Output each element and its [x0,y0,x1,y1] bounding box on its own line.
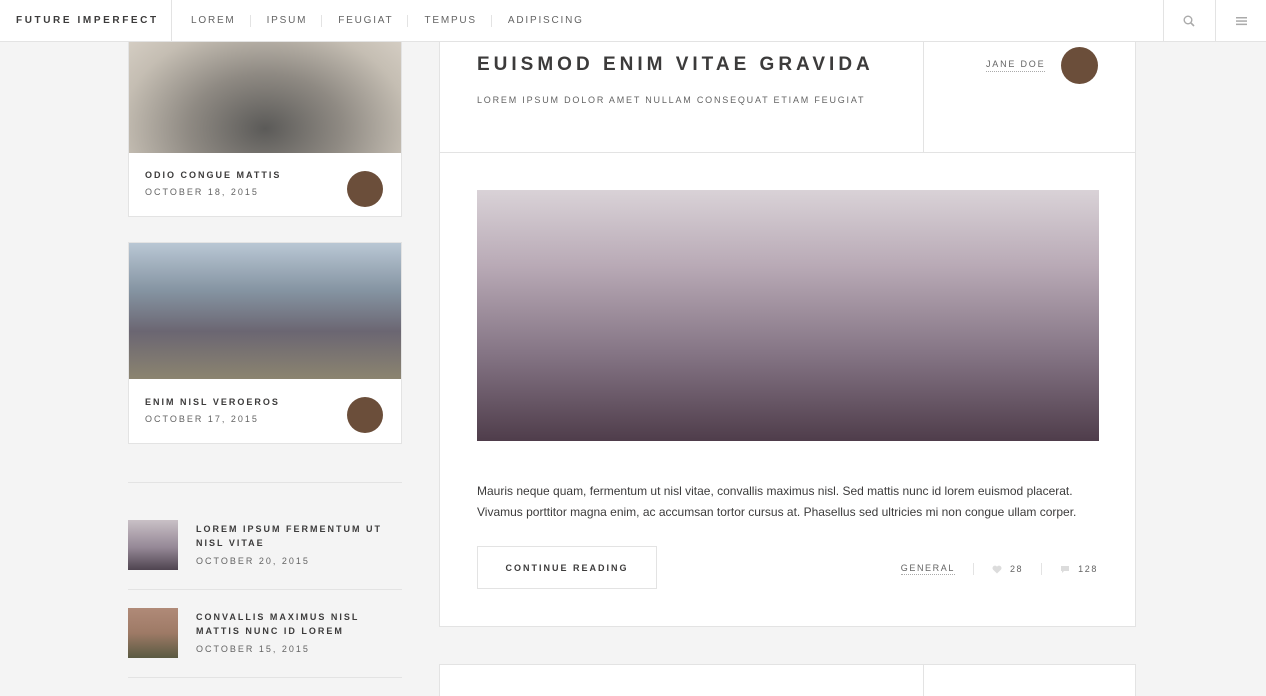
list-item-thumbnail[interactable] [128,608,178,658]
likes-count[interactable]: 28 [992,564,1023,574]
top-header: FUTURE IMPERFECT LOREM IPSUM FEUGIAT TEM… [0,0,1266,42]
category-link[interactable]: GENERAL [900,563,955,575]
continue-reading-button[interactable]: CONTINUE READING [477,546,657,589]
comments-value: 128 [1078,564,1098,574]
divider [440,152,1135,153]
comments-count[interactable]: 128 [1060,564,1098,574]
likes-value: 28 [1009,564,1024,574]
post-title[interactable]: EUISMOD ENIM VITAE GRAVIDA [477,54,874,76]
list-item-date: OCTOBER 20, 2015 [196,556,310,566]
divider [923,31,924,152]
menu-button[interactable] [1215,0,1266,41]
list-item[interactable]: LOREM IPSUM FERMENTUM UT NISL VITAE OCTO… [128,520,402,572]
mini-post-date: OCTOBER 17, 2015 [145,414,259,424]
author-name[interactable]: JANE DOE [986,59,1046,72]
divider [128,677,402,678]
post-card: EUISMOD ENIM VITAE GRAVIDA LOREM IPSUM D… [439,30,1136,627]
divider [1041,563,1043,575]
post-stats: GENERAL 28 128 [900,563,1098,575]
search-button[interactable] [1163,0,1214,41]
post-image[interactable] [477,190,1099,441]
heart-icon [992,565,1002,573]
site-logo[interactable]: FUTURE IMPERFECT [16,15,159,26]
mini-post-title[interactable]: ENIM NISL VEROEROS [145,397,280,407]
nav-item-adipiscing[interactable]: ADIPISCING [490,14,598,27]
avatar[interactable] [1061,47,1098,84]
search-icon [1183,15,1195,27]
mini-post[interactable]: ENIM NISL VEROEROS OCTOBER 17, 2015 [128,242,402,444]
main-nav: LOREM IPSUM FEUGIAT TEMPUS ADIPISCING [175,0,598,41]
nav-item-lorem[interactable]: LOREM [175,15,250,27]
mini-post-image[interactable] [129,243,401,379]
divider [972,563,974,575]
avatar[interactable] [347,397,383,433]
nav-item-feugiat[interactable]: FEUGIAT [321,14,407,27]
divider [128,482,402,483]
nav-item-ipsum[interactable]: IPSUM [249,14,322,27]
divider [128,589,402,590]
post-card [439,664,1136,696]
list-item-title[interactable]: LOREM IPSUM FERMENTUM UT NISL VITAE [196,522,396,550]
list-item-thumbnail[interactable] [128,520,178,570]
divider [923,665,924,696]
post-body: Mauris neque quam, fermentum ut nisl vit… [477,484,1077,519]
hamburger-icon [1235,16,1247,25]
avatar[interactable] [347,171,383,207]
mini-post[interactable]: ODIO CONGUE MATTIS OCTOBER 18, 2015 [128,30,402,217]
post-subtitle: LOREM IPSUM DOLOR AMET NULLAM CONSEQUAT … [477,95,866,105]
comment-icon [1061,565,1070,573]
mini-post-image[interactable] [129,31,401,153]
mini-post-title[interactable]: ODIO CONGUE MATTIS [145,170,281,180]
list-item[interactable]: CONVALLIS MAXIMUS NISL MATTIS NUNC ID LO… [128,608,402,660]
list-item-title[interactable]: CONVALLIS MAXIMUS NISL MATTIS NUNC ID LO… [196,610,396,638]
nav-item-tempus[interactable]: TEMPUS [407,14,490,27]
mini-post-date: OCTOBER 18, 2015 [145,187,259,197]
divider [171,0,172,41]
list-item-date: OCTOBER 15, 2015 [196,644,310,654]
